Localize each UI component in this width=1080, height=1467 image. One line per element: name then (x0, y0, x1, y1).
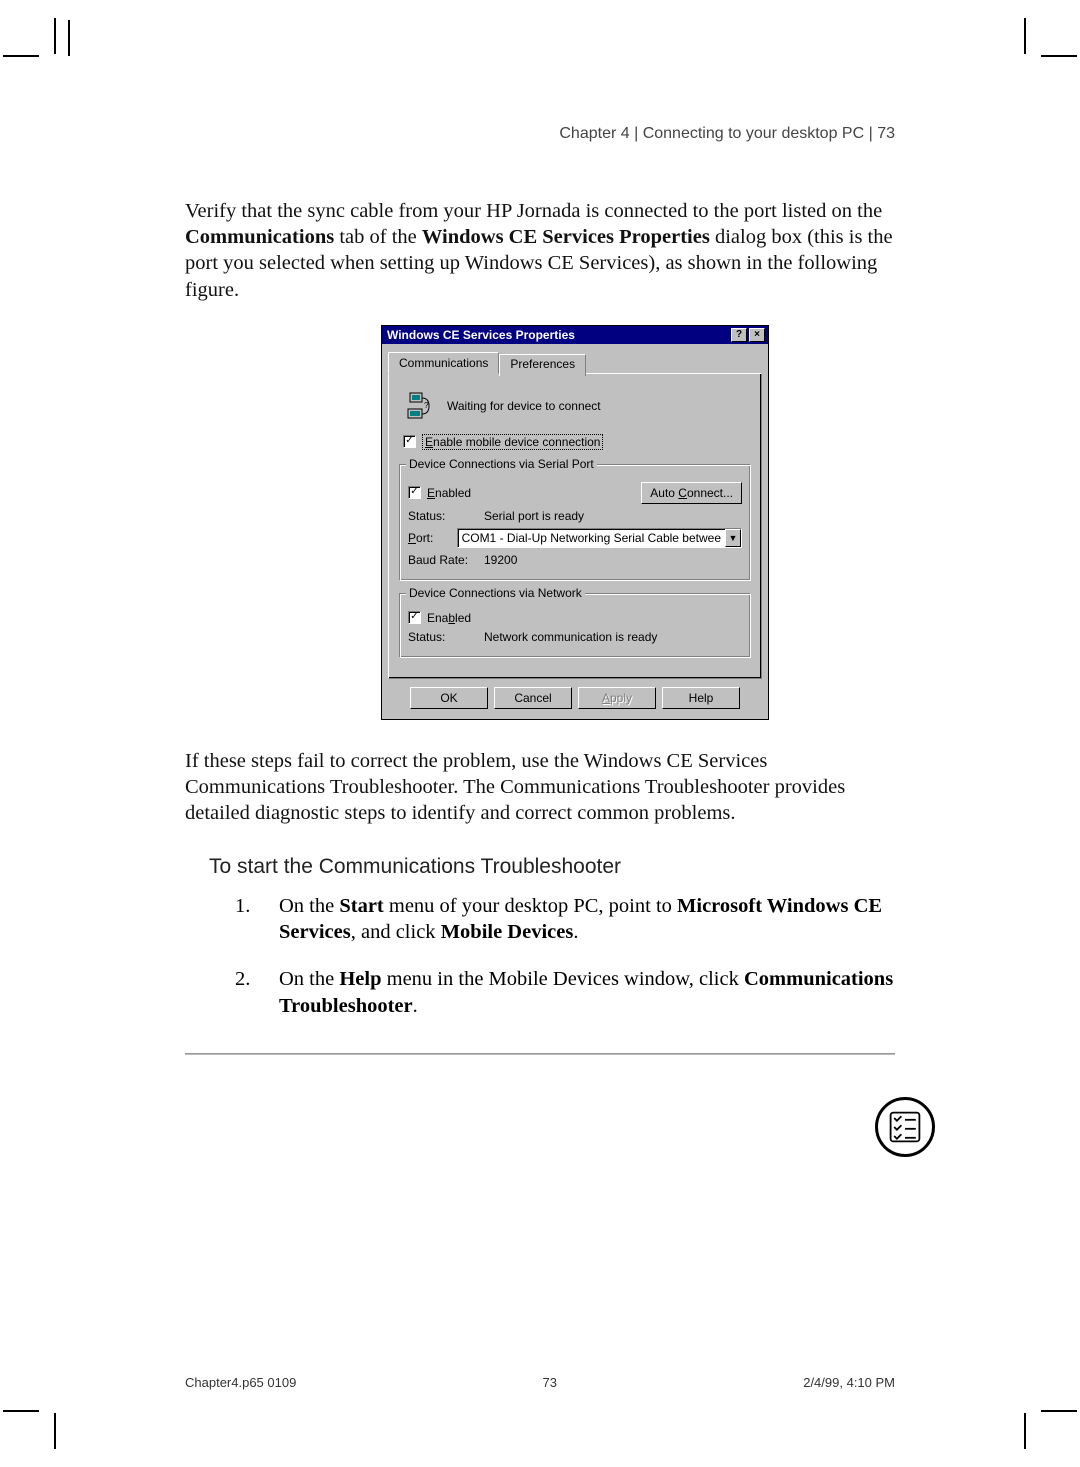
ok-button[interactable]: OK (410, 687, 488, 709)
step-text: On the Start menu of your desktop PC, po… (279, 893, 895, 946)
dialog-titlebar[interactable]: Windows CE Services Properties ? × (382, 326, 768, 344)
horizontal-rule (185, 1053, 895, 1055)
bold-text: Windows CE Services Properties (422, 226, 710, 248)
bold-text: Communications (185, 226, 334, 248)
help-icon[interactable]: ? (731, 328, 747, 342)
device-icon: ? (407, 392, 431, 420)
network-enabled-label: Enabled (427, 611, 471, 625)
serial-status-value: Serial port is ready (484, 509, 584, 523)
text: tab of the (334, 226, 422, 248)
connection-status: Waiting for device to connect (447, 399, 601, 413)
network-enabled-checkbox[interactable]: ✓ (408, 611, 421, 624)
footer-center: 73 (543, 1375, 557, 1390)
intro-paragraph: Verify that the sync cable from your HP … (185, 198, 895, 303)
tab-panel: ? Waiting for device to connect ✓ Enable… (388, 373, 762, 679)
help-button[interactable]: Help (662, 687, 740, 709)
tab-preferences[interactable]: Preferences (499, 354, 586, 376)
footer-left: Chapter4.p65 0109 (185, 1375, 296, 1390)
step-number: 2. (235, 966, 261, 1019)
page-footer: Chapter4.p65 0109 73 2/4/99, 4:10 PM (185, 1375, 895, 1390)
close-icon[interactable]: × (749, 328, 765, 342)
step-text: On the Help menu in the Mobile Devices w… (279, 966, 895, 1019)
footer-right: 2/4/99, 4:10 PM (803, 1375, 895, 1390)
serial-enabled-checkbox[interactable]: ✓ (408, 486, 421, 499)
baud-value: 19200 (484, 553, 517, 567)
baud-label: Baud Rate: (408, 553, 478, 567)
subheading: To start the Communications Troubleshoot… (209, 855, 895, 879)
net-status-label: Status: (408, 630, 478, 644)
port-label: Port: (408, 531, 451, 545)
auto-connect-button[interactable]: Auto Connect... (641, 482, 742, 504)
ordered-list: 1. On the Start menu of your desktop PC,… (235, 893, 895, 1020)
network-groupbox: Device Connections via Network ✓ Enabled… (399, 593, 751, 658)
page-header: Chapter 4 | Connecting to your desktop P… (185, 125, 895, 143)
list-item: 1. On the Start menu of your desktop PC,… (235, 893, 895, 946)
net-status-value: Network communication is ready (484, 630, 657, 644)
svg-text:?: ? (424, 401, 429, 410)
properties-dialog: Windows CE Services Properties ? × Commu… (381, 325, 769, 720)
text: Verify that the sync cable from your HP … (185, 200, 882, 222)
page-content: Chapter 4 | Connecting to your desktop P… (55, 55, 1025, 1412)
serial-groupbox: Device Connections via Serial Port ✓ Ena… (399, 464, 751, 581)
port-dropdown[interactable]: COM1 - Dial-Up Networking Serial Cable b… (457, 528, 742, 548)
port-value: COM1 - Dial-Up Networking Serial Cable b… (458, 531, 725, 545)
list-item: 2. On the Help menu in the Mobile Device… (235, 966, 895, 1019)
cancel-button[interactable]: Cancel (494, 687, 572, 709)
network-legend: Device Connections via Network (406, 586, 585, 600)
serial-enabled-label: Enabled (427, 486, 471, 500)
chevron-down-icon[interactable]: ▼ (725, 529, 741, 547)
apply-button[interactable]: Apply (578, 687, 656, 709)
step-number: 1. (235, 893, 261, 946)
checklist-icon (875, 1097, 935, 1157)
status-label: Status: (408, 509, 478, 523)
followup-paragraph: If these steps fail to correct the probl… (185, 748, 895, 827)
tab-communications[interactable]: Communications (388, 352, 499, 374)
dialog-title: Windows CE Services Properties (387, 328, 575, 342)
enable-connection-checkbox[interactable]: ✓ (403, 435, 416, 448)
enable-connection-label: Enable mobile device connection (422, 434, 603, 450)
serial-legend: Device Connections via Serial Port (406, 457, 597, 471)
